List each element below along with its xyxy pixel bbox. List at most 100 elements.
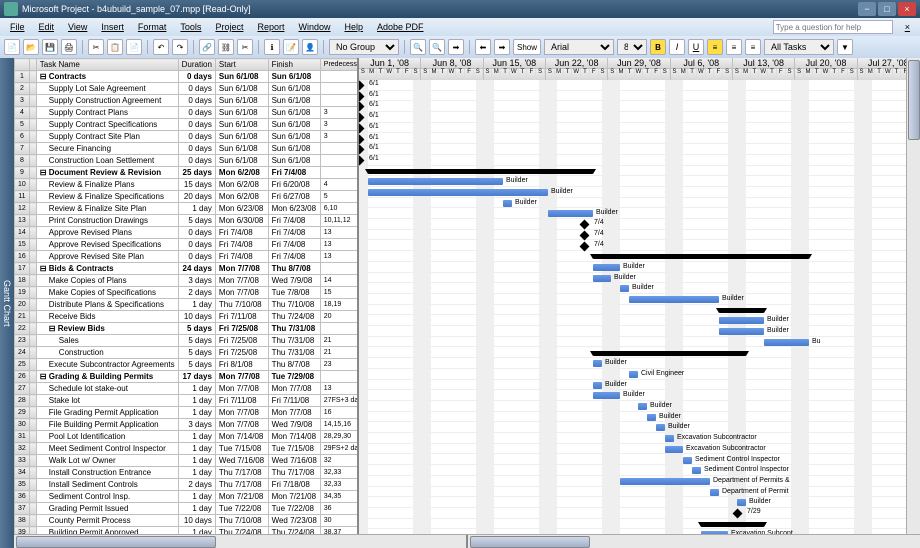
undo-button[interactable]: ↶: [153, 39, 169, 55]
cut-button[interactable]: ✂: [88, 39, 104, 55]
menu-project[interactable]: Project: [209, 20, 249, 34]
table-row[interactable]: 22⊟ Review Bids5 daysFri 7/25/08Thu 7/31…: [15, 323, 360, 335]
task-bar[interactable]: Excavation Subcontractor: [665, 446, 683, 453]
task-bar[interactable]: Civil Engineer: [629, 371, 638, 378]
summary-bar[interactable]: [701, 522, 764, 527]
show-button[interactable]: Show: [513, 39, 541, 55]
save-button[interactable]: 💾: [42, 39, 58, 55]
table-row[interactable]: 36Sediment Control Insp.1 dayMon 7/21/08…: [15, 491, 360, 503]
autofilter-button[interactable]: ▼: [837, 39, 853, 55]
unlink-button[interactable]: ⛓: [218, 39, 234, 55]
milestone[interactable]: [359, 91, 364, 101]
task-bar[interactable]: Builder: [368, 189, 548, 196]
table-row[interactable]: 34Install Construction Entrance1 dayThu …: [15, 467, 360, 479]
task-bar[interactable]: Builder: [503, 200, 512, 207]
table-row[interactable]: 15Approve Revised Specifications0 daysFr…: [15, 239, 360, 251]
redo-button[interactable]: ↷: [172, 39, 188, 55]
new-button[interactable]: 📄: [4, 39, 20, 55]
group-select[interactable]: No Group: [329, 39, 399, 55]
doc-close-button[interactable]: ×: [899, 20, 916, 34]
task-bar[interactable]: Builder: [656, 424, 665, 431]
task-bar[interactable]: Sediment Control Inspector: [683, 457, 692, 464]
table-row[interactable]: 18Make Copies of Plans3 daysMon 7/7/08We…: [15, 275, 360, 287]
milestone[interactable]: [359, 123, 364, 133]
task-bar[interactable]: Builder: [719, 317, 764, 324]
table-row[interactable]: 2Supply Lot Sale Agreement0 daysSun 6/1/…: [15, 83, 360, 95]
table-row[interactable]: 37Grading Permit Issued1 dayTue 7/22/08T…: [15, 503, 360, 515]
notes-button[interactable]: 📝: [283, 39, 299, 55]
table-row[interactable]: 11Review & Finalize Specifications20 day…: [15, 191, 360, 203]
table-row[interactable]: 13Print Construction Drawings5 daysMon 6…: [15, 215, 360, 227]
info-button[interactable]: ℹ: [264, 39, 280, 55]
table-row[interactable]: 16Approve Revised Site Plan0 daysFri 7/4…: [15, 251, 360, 263]
task-bar[interactable]: Bu: [764, 339, 809, 346]
table-row[interactable]: 1⊟ Contracts0 daysSun 6/1/08Sun 6/1/08: [15, 71, 360, 83]
table-row[interactable]: 10Review & Finalize Plans15 daysMon 6/2/…: [15, 179, 360, 191]
menu-view[interactable]: View: [62, 20, 93, 34]
print-button[interactable]: 🖨: [61, 39, 77, 55]
column-header[interactable]: [29, 59, 36, 71]
paste-button[interactable]: 📄: [126, 39, 142, 55]
table-row[interactable]: 23Sales5 daysFri 7/25/08Thu 7/31/0821Bui…: [15, 335, 360, 347]
menu-adobe-pdf[interactable]: Adobe PDF: [371, 20, 430, 34]
summary-bar[interactable]: [593, 351, 746, 356]
table-row[interactable]: 30File Building Permit Application3 days…: [15, 419, 360, 431]
table-row[interactable]: 25Execute Subcontractor Agreements5 days…: [15, 359, 360, 371]
column-header[interactable]: Start: [215, 59, 268, 71]
horizontal-scrollbar[interactable]: [14, 534, 920, 548]
milestone[interactable]: [359, 113, 364, 123]
table-row[interactable]: 12Review & Finalize Site Plan1 dayMon 6/…: [15, 203, 360, 215]
table-row[interactable]: 26⊟ Grading & Building Permits17 daysMon…: [15, 371, 360, 383]
table-row[interactable]: 6Supply Contract Site Plan0 daysSun 6/1/…: [15, 131, 360, 143]
column-header[interactable]: Task Name: [36, 59, 178, 71]
align-center-button[interactable]: ≡: [726, 39, 742, 55]
column-header[interactable]: Finish: [268, 59, 320, 71]
task-bar[interactable]: Builder: [368, 178, 503, 185]
menu-window[interactable]: Window: [292, 20, 336, 34]
task-bar[interactable]: Sediment Control Inspector: [692, 467, 701, 474]
menu-help[interactable]: Help: [338, 20, 369, 34]
table-row[interactable]: 33Walk Lot w/ Owner1 dayWed 7/16/08Wed 7…: [15, 455, 360, 467]
table-row[interactable]: 20Distribute Plans & Specifications1 day…: [15, 299, 360, 311]
table-row[interactable]: 31Pool Lot Identification1 dayMon 7/14/0…: [15, 431, 360, 443]
task-bar[interactable]: Excavation Subcontractor: [665, 435, 674, 442]
table-row[interactable]: 3Supply Construction Agreement0 daysSun …: [15, 95, 360, 107]
indent-button[interactable]: ➡: [494, 39, 510, 55]
bold-button[interactable]: B: [650, 39, 666, 55]
zoom-in-button[interactable]: 🔍: [429, 39, 445, 55]
task-bar[interactable]: Builder: [647, 414, 656, 421]
open-button[interactable]: 📂: [23, 39, 39, 55]
help-search[interactable]: [773, 20, 893, 34]
split-button[interactable]: ✂: [237, 39, 253, 55]
milestone[interactable]: [359, 145, 364, 155]
task-bar[interactable]: Builder: [548, 210, 593, 217]
font-select[interactable]: Arial: [544, 39, 614, 55]
menu-report[interactable]: Report: [251, 20, 290, 34]
table-row[interactable]: 28Stake lot1 dayFri 7/11/08Fri 7/11/0827…: [15, 395, 360, 407]
size-select[interactable]: 8: [617, 39, 647, 55]
milestone[interactable]: [359, 102, 364, 112]
milestone[interactable]: [580, 220, 590, 230]
milestone[interactable]: [359, 155, 364, 165]
task-bar[interactable]: Builder: [593, 392, 620, 399]
column-header[interactable]: Predecessors: [320, 59, 359, 71]
align-right-button[interactable]: ≡: [745, 39, 761, 55]
task-bar[interactable]: Department of Permit: [710, 489, 719, 496]
task-bar[interactable]: Builder: [593, 275, 611, 282]
zoom-out-button[interactable]: 🔍: [410, 39, 426, 55]
summary-bar[interactable]: [719, 308, 764, 313]
milestone[interactable]: [359, 81, 364, 91]
table-row[interactable]: 19Make Copies of Specifications2 daysMon…: [15, 287, 360, 299]
milestone[interactable]: [733, 509, 743, 519]
task-bar[interactable]: Builder: [593, 264, 620, 271]
table-row[interactable]: 38County Permit Process10 daysThu 7/10/0…: [15, 515, 360, 527]
table-row[interactable]: 32Meet Sediment Control Inspector1 dayTu…: [15, 443, 360, 455]
gantt-chart[interactable]: Jun 1, '08SMTWTFSJun 8, '08SMTWTFSJun 15…: [359, 58, 920, 548]
outdent-button[interactable]: ⬅: [475, 39, 491, 55]
view-bar[interactable]: Gantt Chart: [0, 58, 14, 548]
menu-format[interactable]: Format: [132, 20, 173, 34]
menu-file[interactable]: File: [4, 20, 31, 34]
close-button[interactable]: ×: [898, 2, 916, 16]
menu-insert[interactable]: Insert: [95, 20, 130, 34]
table-row[interactable]: 14Approve Revised Plans0 daysFri 7/4/08F…: [15, 227, 360, 239]
